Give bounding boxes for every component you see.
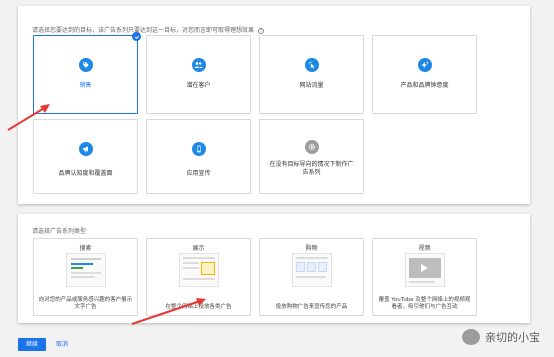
- goal-card-awareness[interactable]: 品牌认知度和覆盖面: [33, 119, 138, 194]
- watermark-text: 亲切的小宝: [485, 331, 540, 344]
- campaign-type-display[interactable]: 展示 在整个网络上投放各类广告: [146, 238, 251, 316]
- type-title: 展示: [192, 245, 205, 252]
- goal-panel: 请选择您要达到的目标，该广告系列只要达到这一目标，对您而言即可取得理想效果 ? …: [18, 6, 530, 204]
- goal-card-leads[interactable]: 潜在客户: [146, 35, 251, 114]
- goal-label: 应用宣传: [186, 170, 211, 177]
- type-title: 视频: [418, 245, 431, 252]
- help-icon[interactable]: ?: [257, 27, 264, 34]
- type-description: 向对您的产品或服务感兴趣的客户展示文字广告: [38, 297, 133, 310]
- megaphone-icon: [78, 142, 93, 156]
- wechat-logo-icon: [462, 329, 480, 345]
- shopping-ad-thumbnail: [291, 253, 332, 287]
- goal-label: 在没有目标导向的情况下制作广告系列: [269, 161, 354, 176]
- cursor-click-icon: [304, 58, 319, 72]
- check-icon: [132, 32, 141, 41]
- goal-prompt-text: 请选择您要达到的目标，该广告系列只要达到这一目标，对您而言即可取得理想效果: [32, 27, 255, 34]
- goal-label: 潜在客户: [186, 82, 211, 89]
- goal-card-app-promotion[interactable]: 应用宣传: [146, 119, 251, 194]
- video-ad-thumbnail: [404, 253, 445, 287]
- gear-icon: [304, 140, 319, 154]
- people-icon: [191, 58, 206, 72]
- goal-label: 产品和品牌钟意度: [400, 82, 449, 89]
- play-icon: [420, 264, 428, 272]
- campaign-type-shopping[interactable]: 购物 投放购物广告来宣传您的产品: [259, 238, 364, 316]
- type-title: 搜索: [79, 245, 92, 252]
- sparkle-icon: [417, 58, 432, 72]
- goal-card-consideration[interactable]: 产品和品牌钟意度: [372, 35, 477, 114]
- type-description: 覆盖 YouTube 及整个网络上的视频观看者，吸引他们与广告互动: [378, 297, 471, 310]
- goal-label: 网站流量: [299, 82, 324, 89]
- goal-label: 品牌认知度和覆盖面: [58, 170, 113, 177]
- type-description: 在整个网络上投放各类广告: [165, 304, 232, 310]
- tag-icon: [78, 58, 93, 72]
- continue-button[interactable]: 继续: [18, 338, 46, 351]
- campaign-type-search[interactable]: 搜索 向对您的产品或服务感兴趣的客户展示文字广告: [33, 238, 138, 316]
- goal-prompt: 请选择您要达到的目标，该广告系列只要达到这一目标，对您而言即可取得理想效果 ?: [32, 25, 264, 34]
- phone-icon: [191, 142, 206, 156]
- campaign-type-panel: 请选择广告系列类型 搜索 向对您的产品或服务感兴趣的客户展示文字广告 展示 在整…: [18, 214, 530, 323]
- cancel-button[interactable]: 取消: [56, 338, 68, 351]
- campaign-type-video[interactable]: 视频 覆盖 YouTube 及整个网络上的视频观看者，吸引他们与广告互动: [372, 238, 477, 316]
- type-description: 投放购物广告来宣传您的产品: [275, 304, 348, 310]
- campaign-type-prompt: 请选择广告系列类型: [32, 228, 87, 235]
- display-ad-thumbnail: [178, 253, 219, 287]
- goal-card-traffic[interactable]: 网站流量: [259, 35, 364, 114]
- goal-label: 销售: [79, 82, 92, 89]
- type-title: 购物: [305, 245, 318, 252]
- search-ad-thumbnail: [65, 253, 106, 287]
- goal-card-sales[interactable]: 销售: [33, 32, 141, 114]
- goal-card-no-goal[interactable]: 在没有目标导向的情况下制作广告系列: [259, 119, 364, 194]
- watermark: 亲切的小宝: [462, 329, 540, 345]
